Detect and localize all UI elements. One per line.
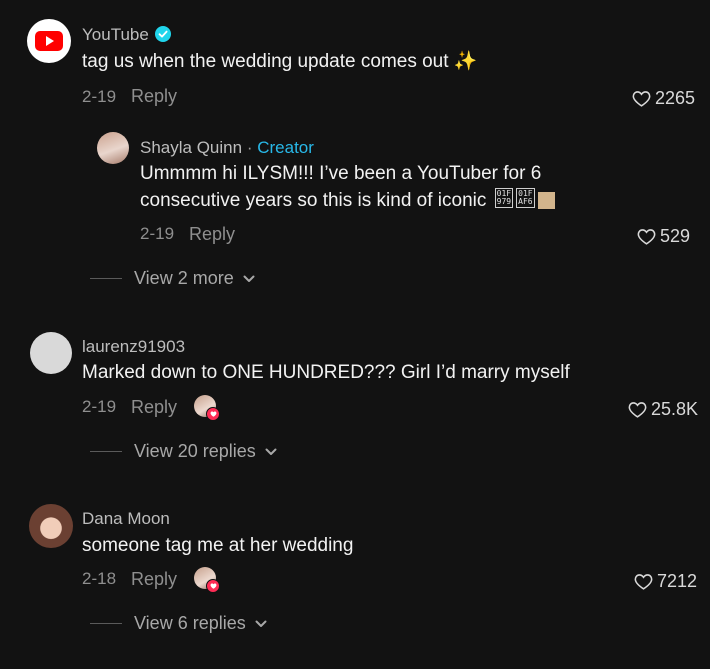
view-more-replies-button[interactable]: View 2 more bbox=[90, 268, 255, 289]
comment-text: tag us when the wedding update comes out… bbox=[82, 49, 477, 75]
heart-icon bbox=[637, 228, 656, 245]
avatar-dana[interactable] bbox=[29, 504, 73, 548]
chevron-down-icon bbox=[255, 620, 267, 627]
like-count: 2265 bbox=[655, 88, 696, 108]
reply-text-line1: Ummmm hi ILYSM!!! I’ve been a YouTuber f… bbox=[140, 163, 542, 184]
divider-line bbox=[90, 451, 122, 452]
like-button[interactable]: 25.8K bbox=[628, 399, 698, 419]
missing-glyph-icon: 01F 979 bbox=[494, 188, 514, 208]
avatar-youtube[interactable] bbox=[27, 19, 71, 63]
comment-date: 2-19 bbox=[82, 87, 117, 106]
like-count: 25.8K bbox=[651, 399, 699, 419]
glyph-code: 01F 979 bbox=[496, 189, 512, 206]
missing-glyph-icon: 01F AF6 bbox=[516, 188, 535, 208]
comment-text: someone tag me at her wedding bbox=[82, 535, 354, 556]
view-replies-button[interactable]: View 6 replies bbox=[90, 613, 267, 634]
youtube-logo-icon bbox=[35, 31, 63, 51]
skin-tone-swatch-icon bbox=[537, 192, 555, 209]
heart-icon bbox=[634, 573, 653, 590]
comment-username[interactable]: laurenz91903 bbox=[82, 337, 185, 357]
divider-line bbox=[90, 278, 122, 279]
heart-icon bbox=[632, 90, 651, 107]
chevron-down-icon bbox=[265, 448, 277, 455]
avatar-shayla[interactable] bbox=[97, 132, 129, 164]
view-replies-button[interactable]: View 20 replies bbox=[90, 441, 277, 462]
like-button[interactable]: 529 bbox=[637, 226, 690, 246]
like-button[interactable]: 2265 bbox=[632, 88, 695, 108]
comment-username[interactable]: YouTube bbox=[82, 25, 171, 45]
sparkles-emoji: ✨ bbox=[453, 51, 478, 72]
reply-button[interactable]: Reply bbox=[189, 224, 235, 244]
comment-date: 2-18 bbox=[82, 569, 117, 588]
comment-username[interactable]: Dana Moon bbox=[82, 509, 170, 529]
reply-text-line2: consecutive years so this is kind of ico… bbox=[140, 188, 555, 214]
reply-username[interactable]: Shayla Quinn · Creator bbox=[140, 138, 314, 158]
comment-date: 2-19 bbox=[82, 397, 117, 416]
heart-badge-icon bbox=[206, 579, 220, 593]
reply-button[interactable]: Reply bbox=[131, 397, 177, 417]
username-text[interactable]: Shayla Quinn bbox=[140, 138, 242, 157]
heart-badge-icon bbox=[206, 407, 220, 421]
creator-badge: Creator bbox=[257, 138, 314, 157]
divider-line bbox=[90, 623, 122, 624]
reply-text-content: consecutive years so this is kind of ico… bbox=[140, 190, 487, 211]
like-count: 529 bbox=[660, 226, 691, 246]
separator: · bbox=[246, 138, 253, 157]
heart-icon bbox=[628, 401, 647, 418]
like-button[interactable]: 7212 bbox=[634, 571, 697, 591]
username-text[interactable]: YouTube bbox=[82, 25, 149, 44]
comment-text: Marked down to ONE HUNDRED??? Girl I’d m… bbox=[82, 362, 570, 383]
comment-text-content: tag us when the wedding update comes out bbox=[82, 51, 449, 72]
reply-date: 2-19 bbox=[140, 224, 175, 243]
reply-button[interactable]: Reply bbox=[131, 569, 177, 589]
creator-liked-avatar bbox=[194, 567, 220, 593]
glyph-code: 01F AF6 bbox=[518, 189, 533, 206]
creator-liked-avatar bbox=[194, 395, 220, 421]
verified-badge-icon bbox=[154, 26, 171, 42]
view-replies-label: View 20 replies bbox=[134, 441, 256, 461]
chevron-down-icon bbox=[243, 275, 255, 282]
view-more-label: View 2 more bbox=[134, 268, 234, 288]
avatar-laurenz[interactable] bbox=[30, 332, 72, 374]
view-replies-label: View 6 replies bbox=[134, 613, 246, 633]
reply-button[interactable]: Reply bbox=[131, 86, 177, 106]
like-count: 7212 bbox=[657, 571, 698, 591]
